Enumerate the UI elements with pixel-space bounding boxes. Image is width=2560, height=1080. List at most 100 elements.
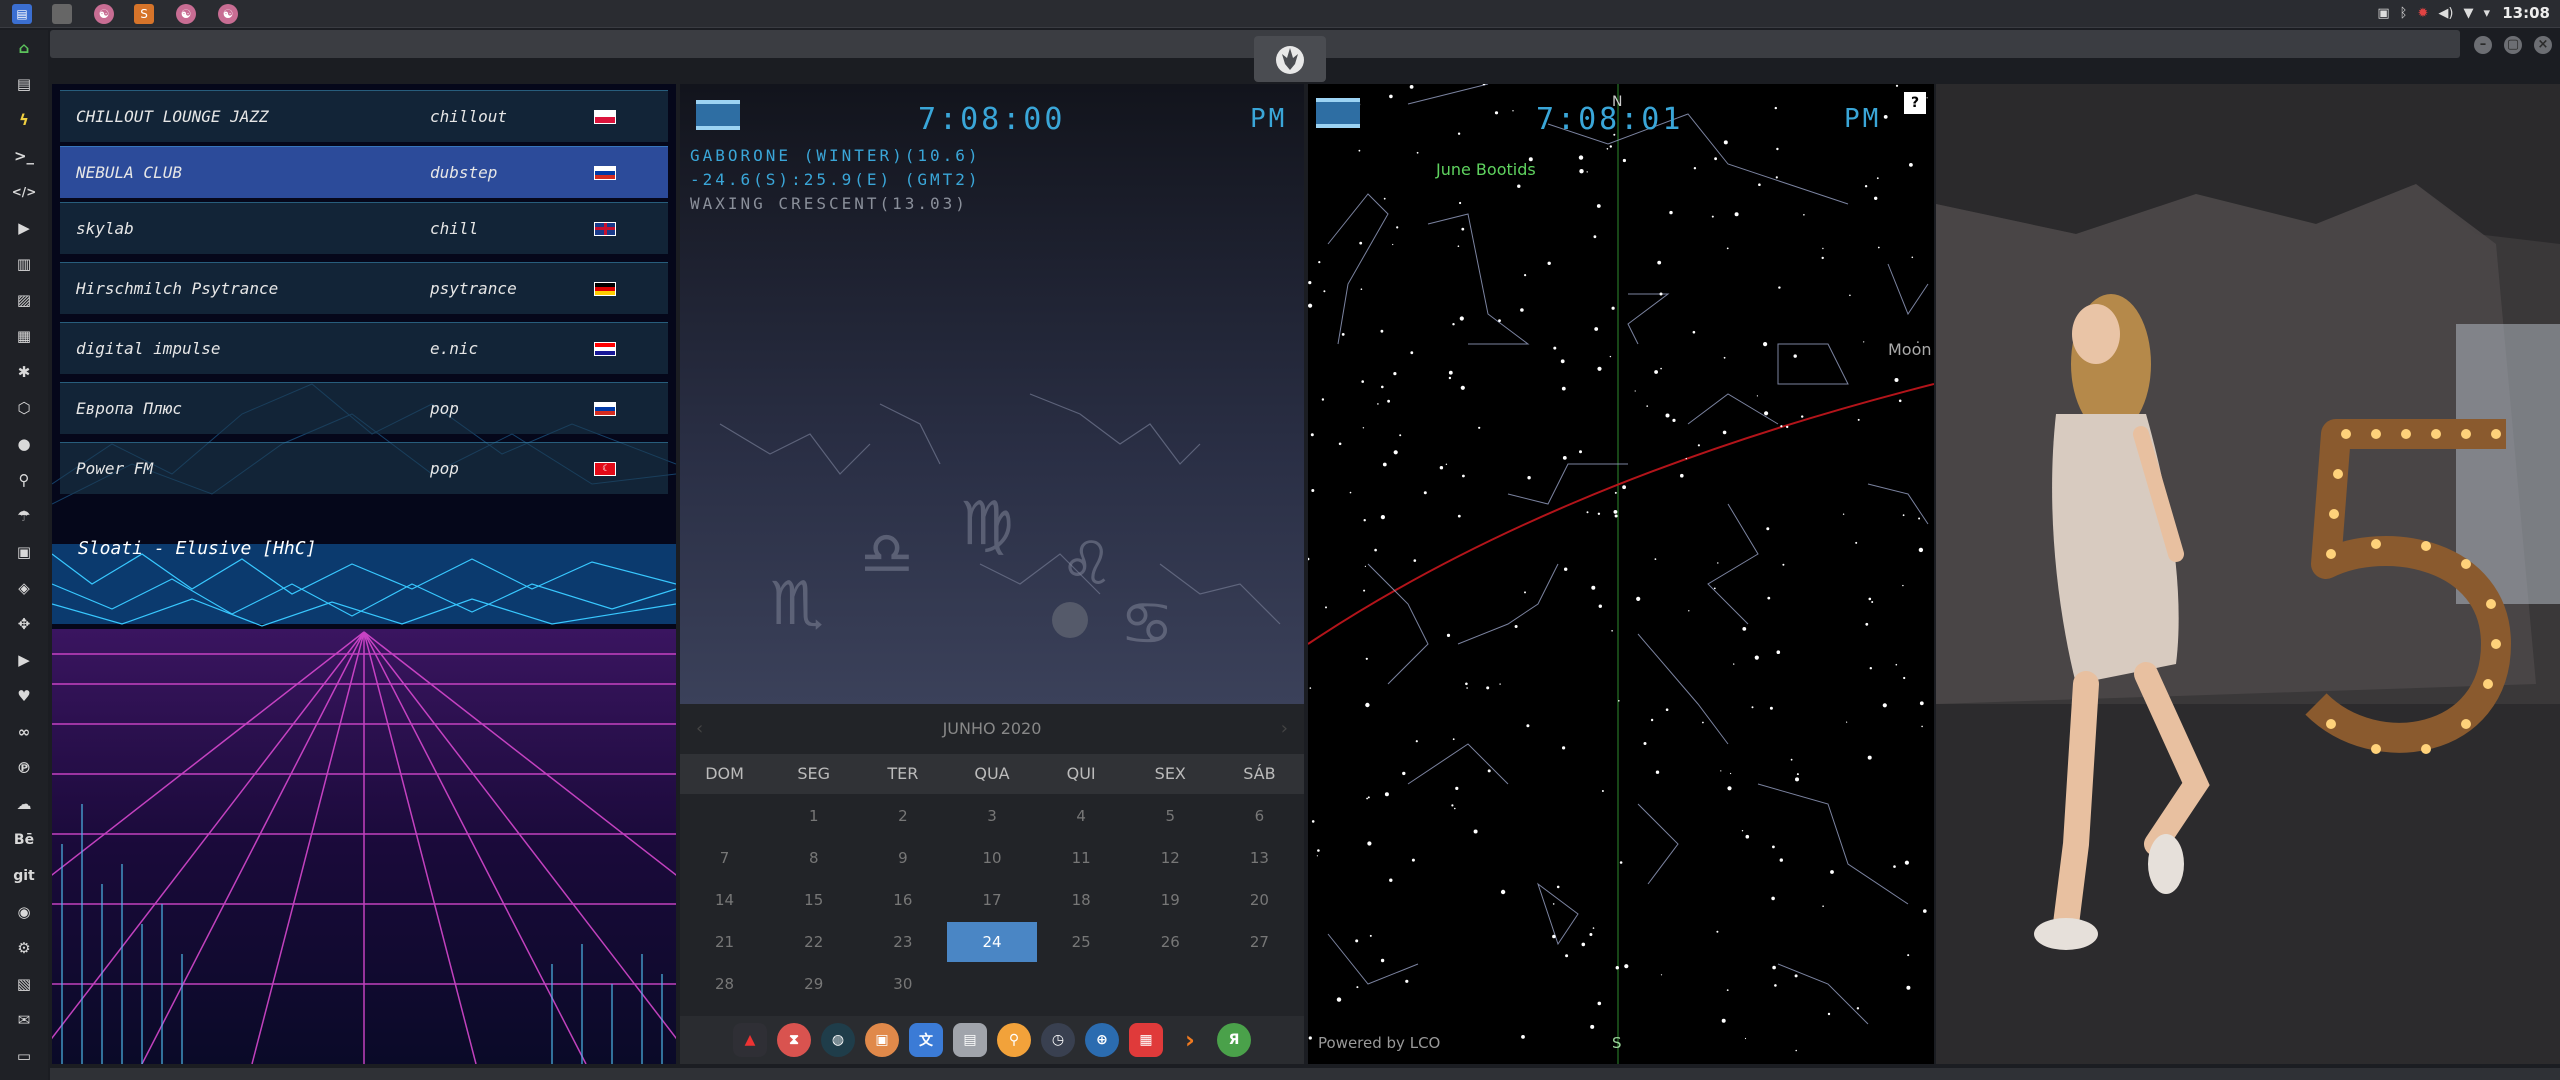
contact-icon[interactable]: ▣ [12,540,36,564]
close-button[interactable]: × [2534,36,2552,54]
arrow-icon[interactable]: › [1173,1023,1207,1057]
calendar-day[interactable]: 7 [680,838,769,878]
cloud-icon[interactable]: ☁ [12,792,36,816]
calendar-day[interactable]: 5 [1126,796,1215,836]
station-row[interactable]: Европа Плюс pop [60,382,668,434]
volume-icon[interactable]: ◀) [2438,6,2453,21]
calendar-day[interactable]: 30 [858,964,947,1004]
hexagon-icon[interactable]: ⬡ [12,396,36,420]
app-icon[interactable]: ☯ [94,4,114,24]
calendar-day[interactable]: 17 [947,880,1036,920]
heart-icon[interactable]: ♥ [12,684,36,708]
calendar-day[interactable]: 4 [1037,796,1126,836]
sublime-icon[interactable]: S [134,4,154,24]
clock-icon[interactable]: ◷ [1041,1023,1075,1057]
menu-button[interactable] [696,100,740,130]
calendar-day[interactable]: 28 [680,964,769,1004]
help-button[interactable]: ? [1904,92,1926,114]
home-icon[interactable]: ⌂ [12,36,36,60]
document-icon[interactable]: ▤ [12,72,36,96]
station-row[interactable]: skylab chill [60,202,668,254]
files-icon[interactable]: ▥ [12,252,36,276]
calendar-day[interactable]: 29 [769,964,858,1004]
calendar-day[interactable]: 25 [1037,922,1126,962]
calendar-day[interactable]: 8 [769,838,858,878]
calendar-day[interactable]: 2 [858,796,947,836]
app-icon[interactable]: ▲ [733,1023,767,1057]
calendar-day[interactable]: 26 [1126,922,1215,962]
image-icon[interactable]: ▨ [12,288,36,312]
prev-month-icon[interactable]: ‹ [696,718,703,739]
calendar-day[interactable]: 19 [1126,880,1215,920]
terminal-icon[interactable]: >_ [12,144,36,168]
lightning-icon[interactable]: ϟ [12,108,36,132]
calendar-day[interactable]: 16 [858,880,947,920]
dropdown-icon[interactable]: ▾ [2483,6,2490,21]
yandex-icon[interactable]: Я [1217,1023,1251,1057]
minimize-button[interactable]: – [2474,36,2492,54]
calendar-day[interactable]: 6 [1215,796,1304,836]
station-row[interactable]: Power FM pop ☾ [60,442,668,494]
news-icon[interactable]: ▦ [12,324,36,348]
bicycle-icon[interactable]: ⚙ [12,936,36,960]
calendar-day[interactable]: 1 [769,796,858,836]
tag-icon[interactable]: ◈ [12,576,36,600]
bug-icon[interactable]: ✹ [2417,6,2428,21]
photos-icon[interactable]: ▣ [865,1023,899,1057]
pinterest-icon[interactable]: ℗ [12,756,36,780]
calendar-day[interactable]: 10 [947,838,1036,878]
globe-icon[interactable]: ● [12,432,36,456]
calendar-day[interactable]: 23 [858,922,947,962]
app-icon[interactable]: ☯ [176,4,196,24]
files-icon[interactable]: ▤ [12,4,32,24]
image-icon[interactable]: ▣ [2377,6,2389,21]
menu-button[interactable] [1316,98,1360,128]
calendar-day[interactable]: 20 [1215,880,1304,920]
app-icon[interactable] [52,4,72,24]
map-icon[interactable]: ▧ [12,972,36,996]
umbrella-icon[interactable]: ☂ [12,504,36,528]
calendar-day[interactable]: 14 [680,880,769,920]
next-month-icon[interactable]: › [1281,718,1288,739]
app-icon[interactable]: ☯ [218,4,238,24]
hourglass-icon[interactable]: ⧗ [777,1023,811,1057]
git-icon[interactable]: git [12,864,36,888]
gear-icon[interactable]: ✱ [12,360,36,384]
behance-icon[interactable]: Bē [12,828,36,852]
slideshare-icon[interactable]: ▭ [12,1044,36,1068]
github-icon[interactable]: ◉ [12,900,36,924]
station-row[interactable]: digital impulse e.nic [60,322,668,374]
play-icon[interactable]: ▶ [12,216,36,240]
station-row-active[interactable]: NEBULA CLUB dubstep [60,146,668,198]
translate-icon[interactable]: 文 [909,1023,943,1057]
calendar-day[interactable]: 13 [1215,838,1304,878]
calendar-icon[interactable]: ▦ [1129,1023,1163,1057]
calendar-day[interactable]: 21 [680,922,769,962]
system-clock[interactable]: 13:08 [2502,4,2550,22]
calendar-day[interactable]: 18 [1037,880,1126,920]
browser-icon[interactable]: ⊕ [1085,1023,1119,1057]
expand-icon[interactable]: ✥ [12,612,36,636]
notes-icon[interactable]: ▤ [953,1023,987,1057]
youtube-icon[interactable]: ▶ [12,648,36,672]
sky-map-widget[interactable]: 7:08:01 PM N S ? June Bootids Moon Power… [1308,84,1934,1064]
station-row[interactable]: Hirschmilch Psytrance psytrance [60,262,668,314]
globe-icon[interactable]: ◍ [821,1023,855,1057]
search-icon[interactable]: ⚲ [997,1023,1031,1057]
rebel-alliance-logo[interactable] [1254,36,1326,82]
station-row[interactable]: CHILLOUT LOUNGE JAZZ chillout [60,90,668,142]
calendar-day[interactable]: 27 [1215,922,1304,962]
mail-icon[interactable]: ✉ [12,1008,36,1032]
calendar-day-today[interactable]: 24 [947,922,1037,962]
calendar-day[interactable]: 9 [858,838,947,878]
code-icon[interactable]: </> [12,180,37,204]
maximize-button[interactable]: ▢ [2504,36,2522,54]
calendar-day[interactable]: 15 [769,880,858,920]
calendar-day[interactable]: 3 [947,796,1036,836]
lastfm-icon[interactable]: ∞ [12,720,36,744]
calendar-day[interactable]: 11 [1037,838,1126,878]
calendar-day[interactable]: 22 [769,922,858,962]
search-icon[interactable]: ⚲ [12,468,36,492]
calendar-day[interactable]: 12 [1126,838,1215,878]
wifi-icon[interactable]: ▼ [2463,6,2473,21]
